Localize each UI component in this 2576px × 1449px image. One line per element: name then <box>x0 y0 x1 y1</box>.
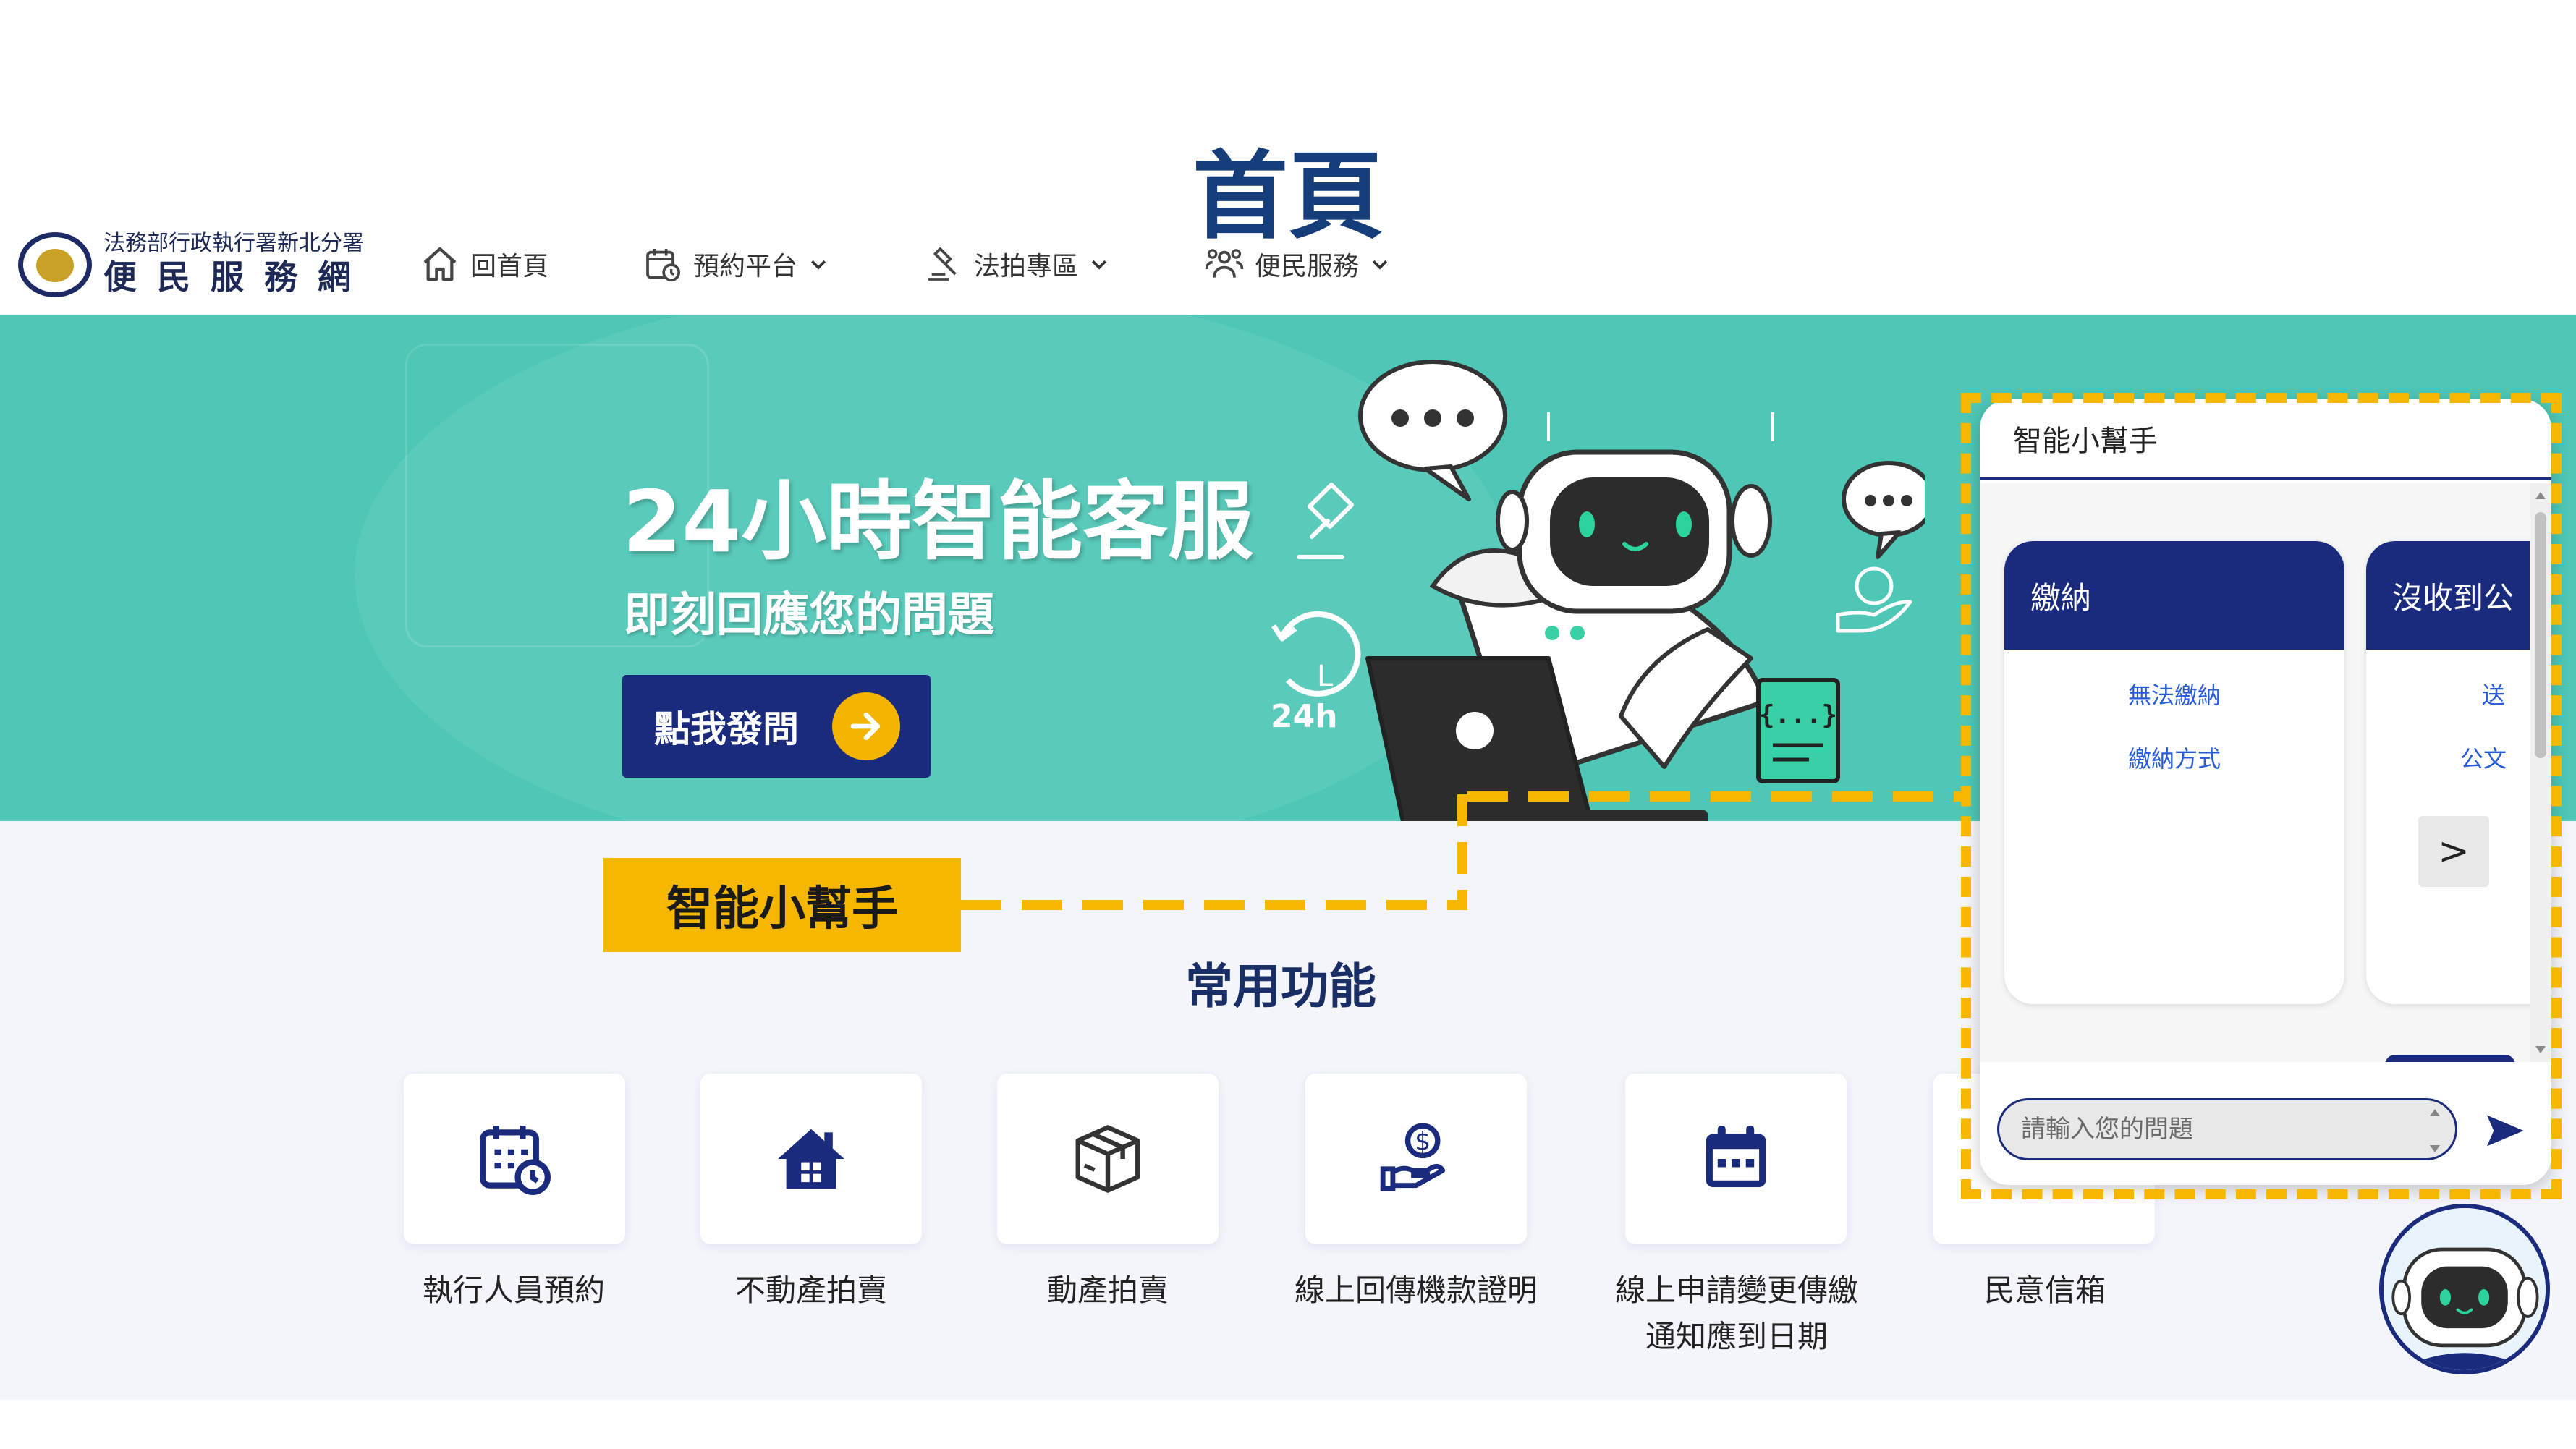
feature-card-change-date[interactable] <box>1625 1074 1847 1244</box>
slide: 首頁 法務部行政執行署新北分署 便民服務網 回首頁 預約平台 法拍專區 便民服務… <box>0 0 2576 1449</box>
nav-auction[interactable]: 法拍專區 <box>923 239 1110 289</box>
hand-coin-icon: $ <box>1380 1123 1446 1191</box>
gavel-icon <box>928 247 957 281</box>
connector-line <box>1457 794 1467 910</box>
robot-icon <box>2384 1208 2546 1370</box>
logo-subtitle: 法務部行政執行署新北分署 <box>103 231 364 256</box>
feature-label: 線上回傳機款證明 <box>1294 1272 1538 1308</box>
slide-title: 首頁 <box>1192 141 1384 252</box>
banner-title: 24小時智能客服 <box>622 472 1254 571</box>
nav-booking-label: 預約平台 <box>693 252 798 281</box>
feature-label: 執行人員預約 <box>422 1272 605 1308</box>
calendar-icon <box>1706 1126 1766 1187</box>
house-icon <box>778 1129 844 1189</box>
connector-line <box>961 900 1467 910</box>
chevron-down-icon <box>1091 260 1107 270</box>
assistant-callout-label: 智能小幫手 <box>603 858 961 952</box>
chevron-down-icon <box>810 260 826 270</box>
feature-card-real-estate[interactable] <box>700 1074 922 1244</box>
nav-services-label: 便民服務 <box>1255 252 1360 281</box>
code-badge: {...} <box>1759 700 1837 730</box>
banner-subtitle: 即刻回應您的問題 <box>624 589 994 642</box>
connector-line <box>1467 791 1967 802</box>
clock-letter: L <box>1317 660 1334 693</box>
feature-label: 不動產拍賣 <box>734 1272 887 1308</box>
nav-services[interactable]: 便民服務 <box>1204 239 1391 289</box>
feature-card-movable[interactable] <box>997 1074 1219 1244</box>
svg-text:$: $ <box>1415 1128 1431 1157</box>
footer-strip <box>0 1400 2576 1449</box>
home-icon <box>423 247 457 281</box>
nav-booking[interactable]: 預約平台 <box>643 239 829 289</box>
feature-card-staff-booking[interactable] <box>404 1074 625 1244</box>
chevron-down-icon <box>1372 260 1388 270</box>
badge-24h: 24h <box>1271 698 1338 735</box>
calendar-clock-icon <box>646 249 681 282</box>
people-icon <box>1205 249 1244 278</box>
nav-home[interactable]: 回首頁 <box>420 239 548 289</box>
feature-card-payment-proof[interactable]: $ <box>1305 1074 1527 1244</box>
site-logo[interactable]: 法務部行政執行署新北分署 便民服務網 <box>18 231 371 298</box>
feature-label: 動產拍賣 <box>1046 1272 1169 1308</box>
ask-question-button[interactable]: 點我發問 <box>622 675 931 778</box>
calendar-clock-icon <box>480 1126 551 1195</box>
nav-auction-label: 法拍專區 <box>974 252 1079 281</box>
logo-text: 法務部行政執行署新北分署 便民服務網 <box>103 231 371 298</box>
ask-question-label: 點我發問 <box>654 708 799 750</box>
assistant-launcher-button[interactable] <box>2379 1204 2550 1374</box>
feature-label: 線上申請變更傳繳通知應到日期 <box>1614 1272 1858 1354</box>
assistant-highlight-box <box>1961 393 2562 1199</box>
feature-label: 民意信箱 <box>1983 1272 2106 1308</box>
emblem-icon <box>18 232 92 297</box>
nav-home-label: 回首頁 <box>470 252 549 281</box>
logo-name: 便民服務網 <box>103 258 371 297</box>
robot-illustration: 智能小幫手 24h L {...} <box>1271 360 1925 827</box>
box-icon <box>1075 1125 1140 1193</box>
arrow-right-icon <box>832 692 900 760</box>
